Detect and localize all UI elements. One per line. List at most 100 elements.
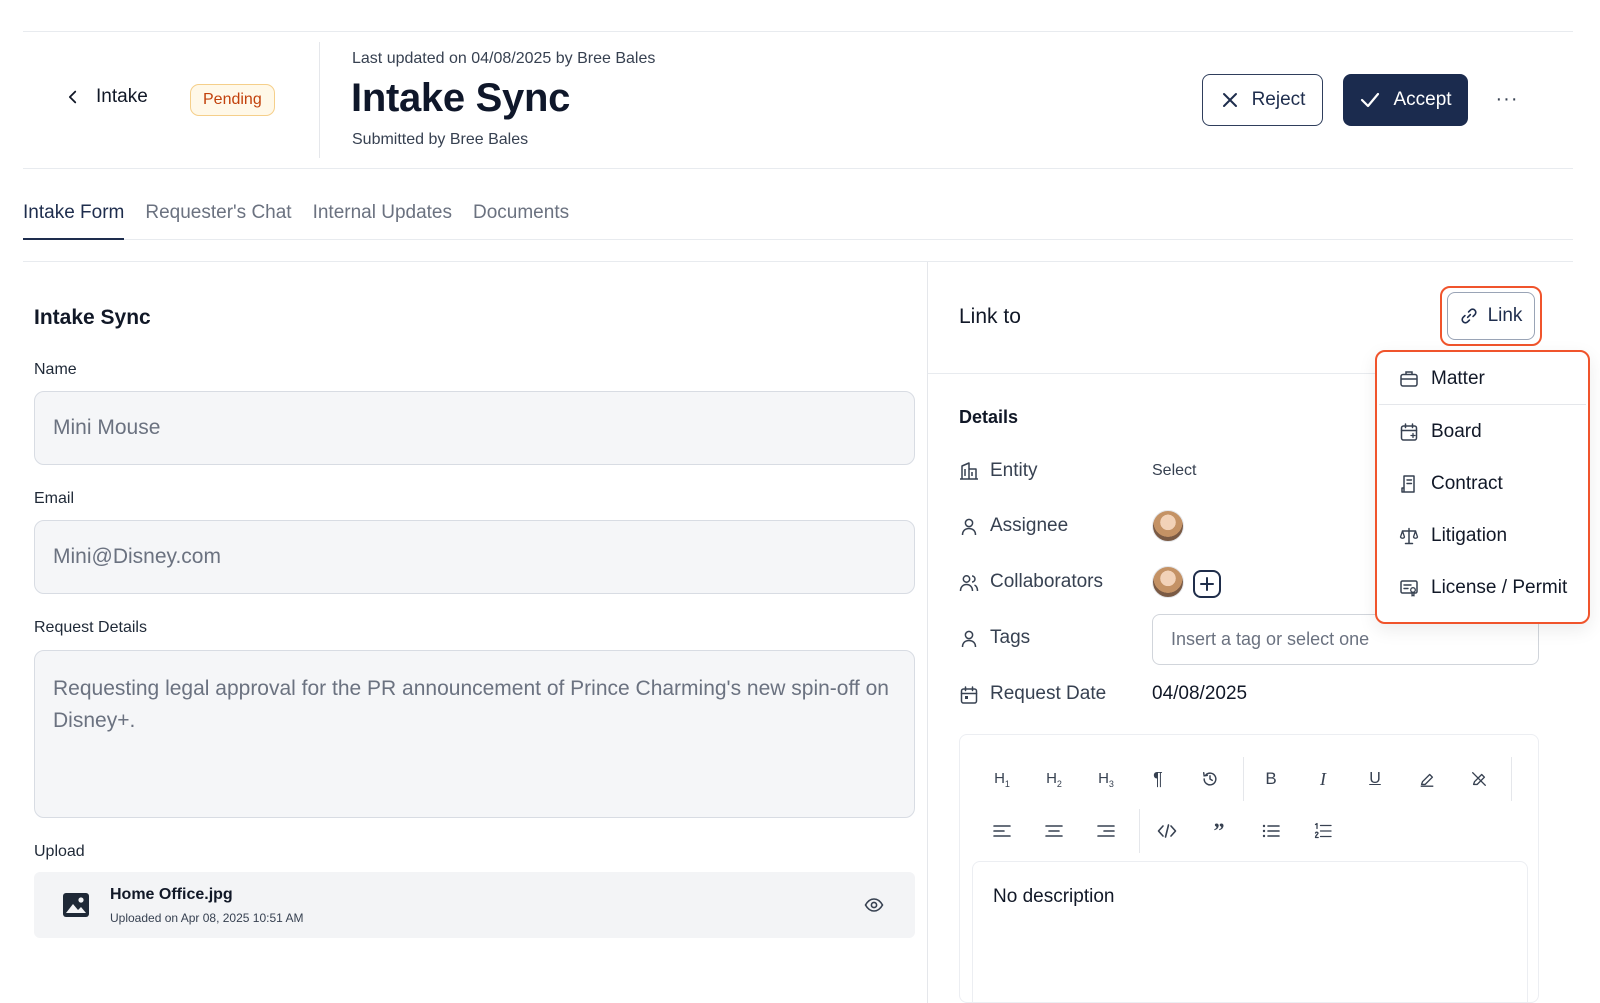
menu-item-contract[interactable]: Contract — [1377, 459, 1588, 509]
users-icon — [959, 575, 979, 592]
toolbar-separator — [1243, 757, 1244, 801]
history-button[interactable] — [1195, 764, 1225, 794]
tab-documents[interactable]: Documents — [473, 202, 569, 240]
menu-item-litigation[interactable]: Litigation — [1377, 511, 1588, 561]
collaborators-label: Collaborators — [990, 571, 1103, 592]
menu-item-label: Contract — [1431, 473, 1503, 494]
reject-label: Reject — [1251, 89, 1306, 110]
status-badge: Pending — [190, 84, 275, 116]
header-divider — [23, 168, 1573, 169]
briefcase-icon — [1400, 371, 1418, 387]
back-to-intake-button[interactable]: Intake — [64, 86, 148, 108]
tags-label: Tags — [990, 627, 1031, 648]
heading2-icon: H2 — [1046, 769, 1062, 789]
tab-requesters-chat[interactable]: Requester's Chat — [145, 202, 291, 240]
assignee-avatar[interactable] — [1152, 510, 1184, 542]
numbered-list-icon — [1314, 822, 1332, 839]
bold-button[interactable]: B — [1256, 764, 1286, 794]
align-right-button[interactable] — [1091, 816, 1121, 846]
link-button-label: Link — [1487, 305, 1523, 326]
entity-select[interactable]: Select — [1152, 462, 1196, 480]
request-details-label: Request Details — [34, 619, 147, 636]
link-button[interactable]: Link — [1447, 292, 1535, 340]
calendar-icon — [960, 686, 978, 704]
scales-icon — [1399, 527, 1419, 545]
description-editor: H1 H2 H3 ¶ B I U ” No description — [959, 734, 1539, 1003]
name-label: Name — [34, 361, 77, 378]
more-options-button[interactable]: ··· — [1494, 86, 1520, 112]
last-updated-text: Last updated on 04/08/2025 by Bree Bales — [352, 50, 656, 67]
license-icon — [1400, 580, 1418, 597]
menu-divider — [1379, 404, 1586, 405]
uploaded-file: Home Office.jpg Uploaded on Apr 08, 2025… — [34, 872, 915, 938]
menu-item-license-permit[interactable]: License / Permit — [1377, 563, 1588, 613]
content-divider — [23, 261, 1573, 262]
collaborator-avatar[interactable] — [1152, 566, 1184, 598]
italic-icon: I — [1320, 768, 1326, 789]
align-center-icon — [1045, 825, 1063, 837]
description-text-area[interactable]: No description — [972, 861, 1528, 1003]
heading3-button[interactable]: H3 — [1091, 764, 1121, 794]
align-center-button[interactable] — [1039, 816, 1069, 846]
accept-label: Accept — [1393, 89, 1452, 110]
paragraph-button[interactable]: ¶ — [1143, 764, 1173, 794]
tab-intake-form[interactable]: Intake Form — [23, 202, 125, 240]
top-divider — [23, 31, 1573, 32]
heading2-button[interactable]: H2 — [1039, 764, 1069, 794]
image-icon — [63, 893, 89, 917]
reject-button[interactable]: Reject — [1202, 74, 1323, 126]
email-field[interactable]: Mini@Disney.com — [34, 520, 915, 594]
close-icon — [1222, 93, 1237, 107]
request-date-label: Request Date — [990, 683, 1107, 704]
back-label: Intake — [96, 86, 148, 107]
details-title: Details — [959, 407, 1019, 427]
bullet-list-button[interactable] — [1256, 816, 1286, 846]
form-section-title: Intake Sync — [34, 306, 151, 329]
heading1-button[interactable]: H1 — [987, 764, 1017, 794]
link-icon — [1460, 308, 1477, 324]
eye-icon[interactable] — [864, 896, 884, 914]
menu-item-label: Litigation — [1431, 525, 1508, 546]
history-icon — [1202, 771, 1217, 786]
align-right-icon — [1097, 825, 1115, 837]
heading3-icon: H3 — [1098, 769, 1114, 789]
align-left-button[interactable] — [987, 816, 1017, 846]
entity-label: Entity — [990, 460, 1038, 481]
page-title: Intake Sync — [351, 76, 571, 120]
accept-button[interactable]: Accept — [1343, 74, 1468, 126]
upload-label: Upload — [34, 843, 85, 860]
quote-button[interactable]: ” — [1204, 816, 1234, 846]
code-button[interactable] — [1152, 816, 1182, 846]
italic-button[interactable]: I — [1308, 764, 1338, 794]
menu-item-matter[interactable]: Matter — [1377, 354, 1588, 404]
highlighter-icon — [1420, 773, 1434, 787]
numbered-list-button[interactable] — [1308, 816, 1338, 846]
menu-item-label: Board — [1431, 421, 1482, 442]
contract-icon — [1401, 475, 1415, 493]
highlight-button[interactable] — [1412, 764, 1442, 794]
menu-item-board[interactable]: Board — [1377, 407, 1588, 457]
user-icon — [961, 518, 977, 536]
align-left-icon — [993, 825, 1011, 837]
add-collaborator-button[interactable] — [1193, 570, 1221, 598]
pilcrow-icon: ¶ — [1153, 768, 1163, 789]
assignee-label: Assignee — [990, 515, 1069, 536]
request-details-field[interactable]: Requesting legal approval for the PR ann… — [34, 650, 915, 818]
more-icon: ··· — [1495, 87, 1519, 110]
link-menu: Matter Board Contract Litigation License… — [1375, 350, 1590, 624]
underline-icon: U — [1369, 770, 1381, 787]
building-icon — [960, 462, 978, 480]
tab-internal-updates[interactable]: Internal Updates — [313, 202, 452, 240]
upload-file-name: Home Office.jpg — [110, 886, 233, 903]
email-label: Email — [34, 490, 75, 507]
clear-format-icon — [1472, 772, 1486, 786]
plus-icon — [1200, 577, 1214, 591]
underline-button[interactable]: U — [1360, 764, 1390, 794]
upload-date: Uploaded on Apr 08, 2025 10:51 AM — [110, 911, 304, 925]
toolbar-separator — [1511, 757, 1512, 801]
toolbar-separator — [1139, 809, 1140, 853]
tab-bar: Intake Form Requester's Chat Internal Up… — [23, 202, 569, 240]
bullet-list-icon — [1262, 824, 1280, 838]
clear-format-button[interactable] — [1464, 764, 1494, 794]
name-field[interactable]: Mini Mouse — [34, 391, 915, 465]
